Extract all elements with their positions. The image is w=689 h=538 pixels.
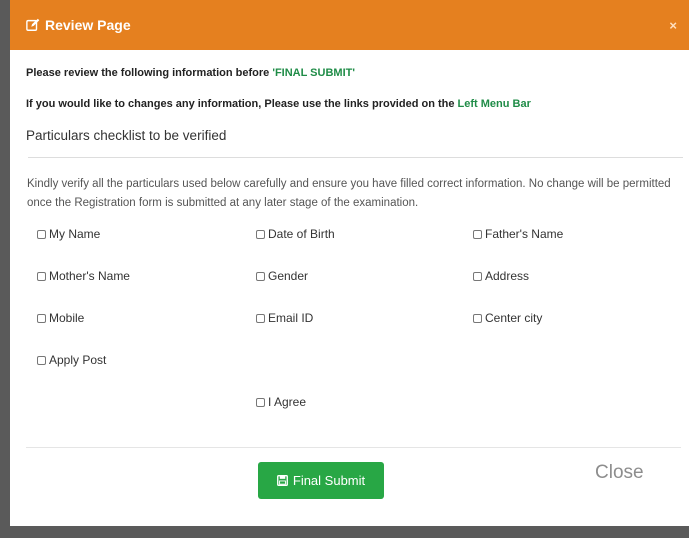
save-icon (276, 475, 288, 486)
checkbox-label: Father's Name (485, 227, 564, 241)
final-submit-highlight: 'FINAL SUBMIT' (272, 67, 355, 79)
checkbox-mobile[interactable]: Mobile (37, 311, 84, 325)
checkbox-fathers-name[interactable]: Father's Name (473, 227, 563, 241)
final-submit-button[interactable]: Final Submit (258, 462, 384, 499)
close-icon[interactable]: × (669, 18, 677, 33)
checkbox-box[interactable] (37, 313, 46, 323)
footer-divider (26, 447, 681, 448)
checkbox-label: Date of Birth (268, 227, 335, 241)
checkbox-label: My Name (49, 227, 101, 241)
checkbox-box[interactable] (256, 271, 265, 281)
checkbox-apply-post[interactable]: Apply Post (37, 353, 106, 367)
verification-instructions: Kindly verify all the particulars used b… (27, 178, 671, 209)
checkbox-center-city[interactable]: Center city (473, 311, 542, 325)
checkbox-i-agree[interactable]: I Agree (256, 395, 306, 409)
change-notice: If you would like to changes any informa… (26, 98, 673, 110)
checkbox-date-of-birth[interactable]: Date of Birth (256, 227, 335, 241)
close-button[interactable]: Close (595, 462, 644, 484)
divider (28, 157, 683, 158)
modal-title-text: Review Page (45, 17, 131, 33)
checkbox-my-name[interactable]: My Name (37, 227, 100, 241)
edit-icon (26, 18, 40, 31)
checkbox-gender[interactable]: Gender (256, 269, 308, 283)
left-menu-bar-link[interactable]: Left Menu Bar (458, 98, 531, 110)
final-submit-label: Final Submit (292, 473, 366, 488)
checkbox-box[interactable] (473, 271, 482, 281)
particulars-checklist: My Name Date of Birth Father's Name Moth… (26, 217, 673, 447)
checkbox-label: Mother's Name (49, 269, 130, 283)
review-modal: Review Page × Please review the followin… (10, 0, 689, 526)
checkbox-box[interactable] (37, 271, 46, 281)
modal-body: Please review the following information … (10, 67, 689, 447)
checkbox-label: Email ID (268, 311, 314, 325)
modal-title: Review Page (26, 17, 131, 33)
checkbox-email-id[interactable]: Email ID (256, 311, 313, 325)
checkbox-label: I Agree (268, 395, 307, 409)
modal-header: Review Page × (10, 0, 689, 50)
checkbox-label: Apply Post (49, 353, 107, 367)
checkbox-label: Center city (485, 311, 543, 325)
checklist-heading: Particulars checklist to be verified (26, 128, 227, 143)
checkbox-address[interactable]: Address (473, 269, 529, 283)
checkbox-box[interactable] (256, 397, 265, 407)
checkbox-box[interactable] (37, 355, 46, 365)
change-notice-text: If you would like to changes any informa… (26, 98, 458, 110)
checkbox-box[interactable] (473, 313, 482, 323)
checkbox-box[interactable] (256, 313, 265, 323)
checkbox-label: Mobile (49, 311, 85, 325)
review-notice: Please review the following information … (26, 67, 673, 79)
checkbox-box[interactable] (37, 229, 46, 239)
checkbox-box[interactable] (473, 229, 482, 239)
checkbox-mothers-name[interactable]: Mother's Name (37, 269, 130, 283)
review-notice-text: Please review the following information … (26, 67, 273, 79)
checkbox-label: Address (485, 269, 530, 283)
checkbox-label: Gender (268, 269, 309, 283)
checkbox-box[interactable] (256, 229, 265, 239)
